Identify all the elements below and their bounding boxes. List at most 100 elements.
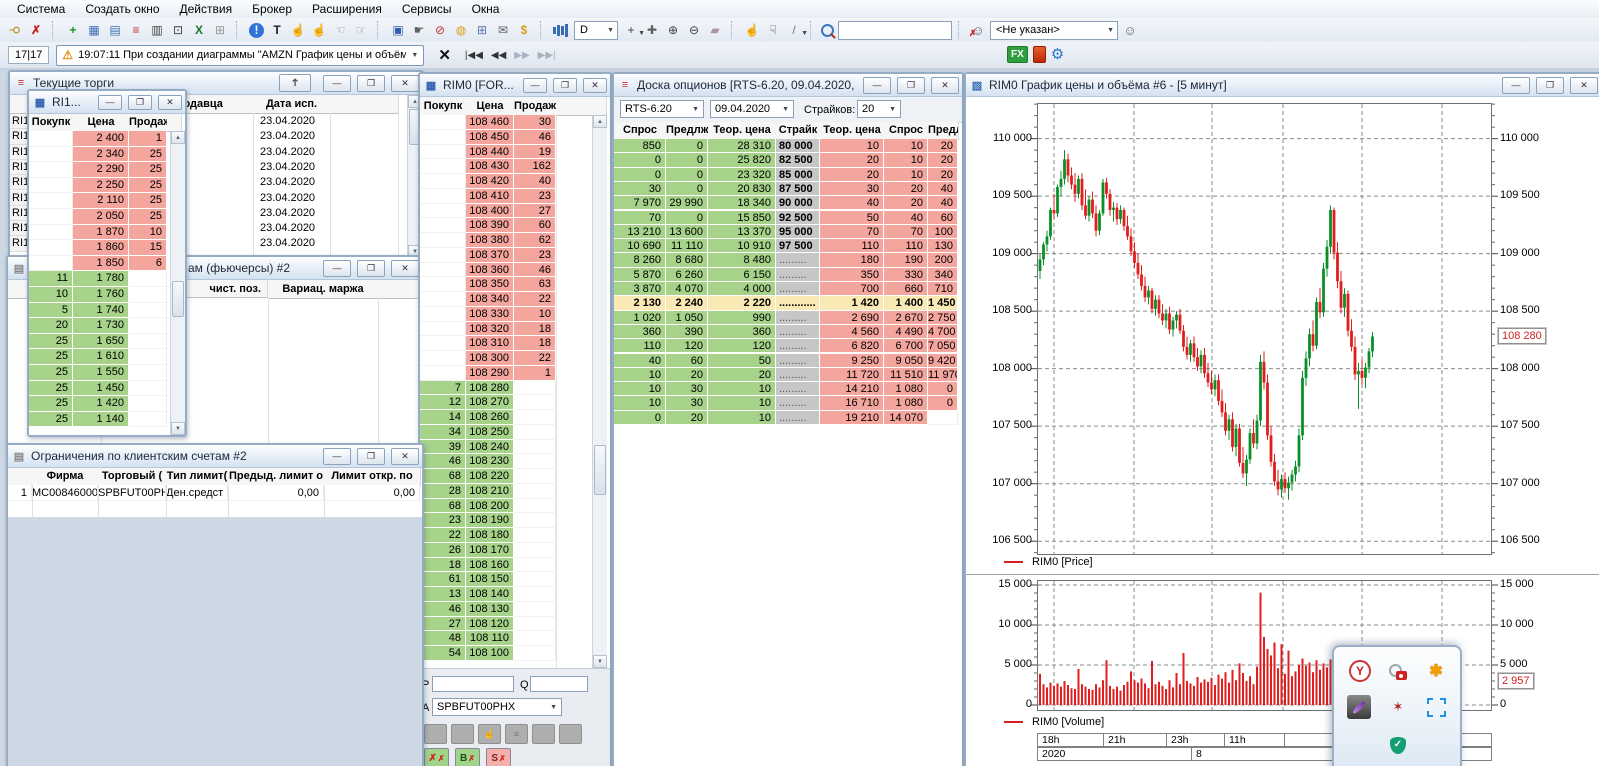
pointer-hand-icon[interactable]: ☝ xyxy=(742,21,762,39)
account-combo[interactable]: SPBFUT00PHX ▼ xyxy=(432,698,562,716)
close-button[interactable]: ✕ xyxy=(1570,76,1598,94)
alert-dropdown[interactable]: ⚠ 19:07:11 При создании диаграммы "AMZN … xyxy=(56,44,425,66)
close-button[interactable]: ✕ xyxy=(391,259,419,277)
bug-icon[interactable]: ✶ xyxy=(1386,695,1410,719)
cancel-buy-orders-button[interactable]: B ✗ xyxy=(455,748,480,766)
order-book-icon[interactable]: ▥ xyxy=(147,21,167,39)
pan-hand-icon[interactable]: ☟ xyxy=(763,21,783,39)
window-titlebar[interactable]: ▤ Ограничения по клиентским счетам #2 — … xyxy=(8,445,422,468)
anchor-button[interactable]: Ϯ xyxy=(279,74,311,92)
stop-order-icon[interactable]: ⊘ xyxy=(430,21,450,39)
order-tool-button[interactable] xyxy=(532,724,555,744)
scroll-up-icon[interactable]: ▲ xyxy=(171,131,185,144)
copy-table-icon[interactable]: ⊞ xyxy=(210,21,230,39)
client-remove-icon[interactable]: ☺ ✗ xyxy=(969,23,987,38)
candle-chart-icon[interactable]: ▤ xyxy=(105,21,125,39)
money-bag-icon[interactable]: $ xyxy=(514,21,534,39)
red-book-icon[interactable] xyxy=(1032,46,1046,63)
column-header[interactable]: Цена xyxy=(466,97,515,116)
date-cell[interactable]: 23.04.2020 xyxy=(253,160,337,175)
shield-check-icon[interactable]: ✓ xyxy=(1386,733,1410,757)
menu-item[interactable]: Действия xyxy=(171,1,242,17)
minimize-button[interactable]: — xyxy=(523,77,547,93)
maximize-button[interactable]: ❐ xyxy=(357,447,385,465)
move-chart-icon[interactable]: ✚ xyxy=(642,21,662,39)
cancel-all-orders-button[interactable]: ✗ ✗ xyxy=(424,748,449,766)
maximize-button[interactable]: ❐ xyxy=(897,76,925,94)
excel-export-icon[interactable]: X xyxy=(189,21,209,39)
date-cell[interactable]: 23.04.2020 xyxy=(253,145,337,160)
date-cell[interactable]: 23.04.2020 xyxy=(253,221,337,236)
window-titlebar[interactable]: ▦ RIM0 [FOR... — ❐ ✕ xyxy=(420,74,610,97)
feather-pen-icon[interactable] xyxy=(1347,695,1371,719)
order-hand-icon[interactable]: ☛ xyxy=(409,21,429,39)
new-order-icon[interactable]: ▣ xyxy=(388,21,408,39)
column-header[interactable]: Дата исп. xyxy=(253,95,331,114)
fx-button[interactable]: FX xyxy=(1007,46,1028,63)
scroll-thumb[interactable] xyxy=(594,445,606,495)
close-button[interactable]: ✕ xyxy=(391,74,419,92)
prev-message-button[interactable]: ◀◀ xyxy=(491,50,506,61)
order-tool-button[interactable] xyxy=(451,724,474,744)
quotes-table-icon[interactable]: ≡ xyxy=(126,21,146,39)
price-chart-icon[interactable]: ▦ xyxy=(84,21,104,39)
column-header[interactable]: Покупк xyxy=(29,114,74,132)
menu-item[interactable]: Система xyxy=(8,1,74,17)
maximize-button[interactable]: ❐ xyxy=(128,94,152,110)
histogram-icon[interactable] xyxy=(551,21,571,39)
close-button[interactable]: ✕ xyxy=(391,447,419,465)
table-search-icon[interactable]: ⊡ xyxy=(168,21,188,39)
column-header[interactable]: Фирма xyxy=(32,468,99,486)
close-button[interactable]: ✕ xyxy=(158,94,182,110)
window-titlebar[interactable]: ▧ RIM0 График цены и объёма #6 - [5 мину… xyxy=(966,74,1599,97)
passwords-icon[interactable] xyxy=(1386,659,1410,683)
search-input[interactable] xyxy=(838,20,952,40)
date-cell[interactable]: 23.04.2020 xyxy=(253,129,337,144)
quantity-input[interactable] xyxy=(530,676,588,692)
column-header[interactable]: Вариац. маржа xyxy=(268,280,379,299)
minimize-button[interactable]: — xyxy=(1502,76,1530,94)
column-header[interactable]: Теор. цена xyxy=(708,122,777,140)
close-button[interactable]: ✕ xyxy=(931,76,959,94)
strikes-combo[interactable]: 20 ▼ xyxy=(857,100,901,118)
window-titlebar[interactable]: ≡ Доска опционов [RTS-6.20, 09.04.2020, … xyxy=(614,74,962,97)
scrollbar-vertical[interactable]: ▲ ▼ xyxy=(170,131,185,435)
scroll-up-icon[interactable]: ▲ xyxy=(593,115,607,128)
maximize-button[interactable]: ❐ xyxy=(357,259,385,277)
instrument-combo[interactable]: RTS-6.20 ▼ xyxy=(620,100,704,118)
hand-two-icon[interactable]: ☝ xyxy=(309,21,329,39)
order-tool-button[interactable] xyxy=(424,724,447,744)
maximize-button[interactable]: ❐ xyxy=(553,77,577,93)
cancel-sell-orders-button[interactable]: S ✗ xyxy=(486,748,511,766)
column-header[interactable]: Торговый ( xyxy=(98,468,167,486)
eraser-icon[interactable]: ▰ xyxy=(705,21,725,39)
zoom-out-icon[interactable]: ⊖ xyxy=(684,21,704,39)
date-cell[interactable]: 23.04.2020 xyxy=(253,175,337,190)
menu-item[interactable]: Сервисы xyxy=(393,1,461,17)
column-header[interactable]: Цена xyxy=(73,114,130,132)
coin-order-icon[interactable]: ◍ xyxy=(451,21,471,39)
alert-balloon-icon[interactable]: ! xyxy=(249,22,264,38)
window-titlebar[interactable]: ▦ RI1... — ❐ ✕ xyxy=(29,91,185,114)
order-tool-button[interactable]: ≡ xyxy=(505,724,528,744)
next-message-button[interactable]: ▶▶ xyxy=(514,50,529,61)
date-cell[interactable]: 23.04.2020 xyxy=(253,206,337,221)
menu-item[interactable]: Брокер xyxy=(243,1,301,17)
minimize-button[interactable]: — xyxy=(98,94,122,110)
order-tool-button[interactable] xyxy=(559,724,582,744)
order-tool-button[interactable]: ☝ xyxy=(478,724,501,744)
orders-list-icon[interactable]: ⊞ xyxy=(472,21,492,39)
interval-combo[interactable]: D ▼ xyxy=(574,20,618,40)
column-header[interactable]: Теор. цена xyxy=(820,122,885,140)
price-input[interactable] xyxy=(432,676,514,692)
menu-item[interactable]: Расширения xyxy=(303,1,391,17)
key-icon[interactable]: ⚲ xyxy=(6,20,24,40)
close-button[interactable]: ✕ xyxy=(583,77,607,93)
add-plot-icon[interactable]: + ▼ xyxy=(621,21,645,39)
gear-icon[interactable]: ⚙ xyxy=(1051,47,1064,62)
minimize-button[interactable]: — xyxy=(323,447,351,465)
text-label-icon[interactable]: T xyxy=(267,21,287,39)
date-cell[interactable]: 23.04.2020 xyxy=(253,236,337,251)
envelope-icon[interactable]: ✉ xyxy=(493,21,513,39)
zoom-in-icon[interactable]: ⊕ xyxy=(663,21,683,39)
